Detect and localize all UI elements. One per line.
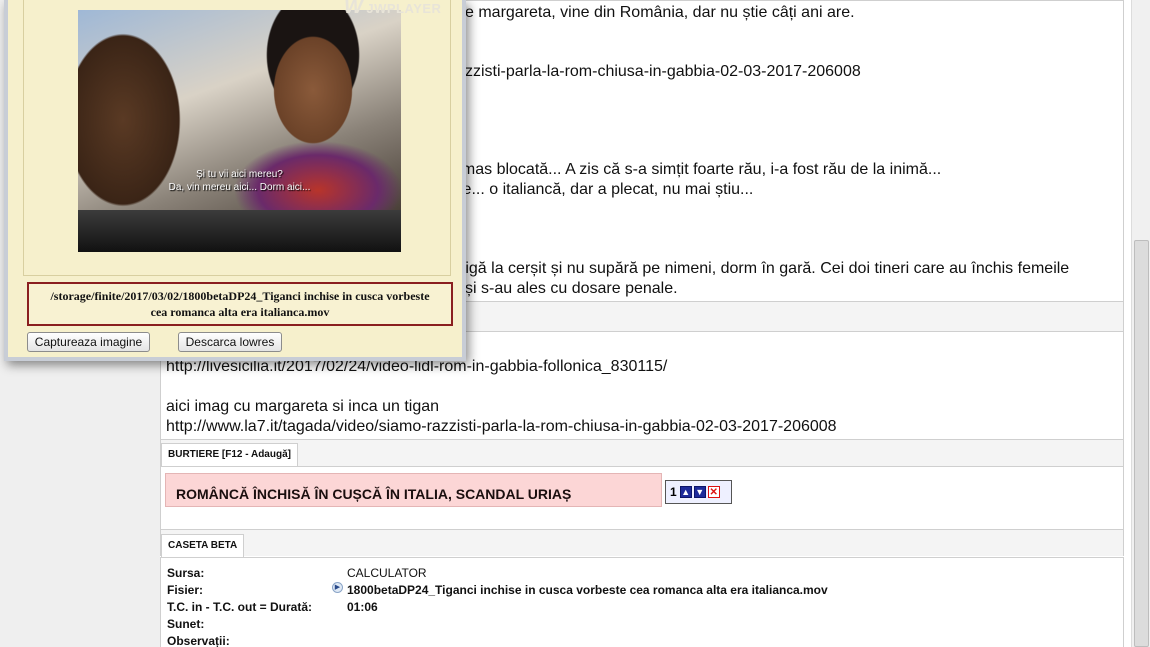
video-popup-window: Și tu vii aici mereu? Da, vin mereu aici… (4, 0, 466, 361)
caseta-panel: Sursa: CALCULATOR Fisier: 1800betaDP24_T… (160, 557, 1124, 647)
meta-label-sunet: Sunet: (167, 617, 205, 631)
scrollbar-thumb[interactable] (1134, 240, 1149, 647)
description-line-2: zzisti-parla-la-rom-chiusa-in-gabbia-02-… (465, 63, 861, 80)
video-bottom-bar (78, 210, 401, 252)
file-path-line-2: cea romanca alta era italianca.mov (150, 305, 330, 319)
play-file-icon[interactable]: ▶ (332, 582, 343, 593)
video-subtitle-1: Și tu vii aici mereu? (196, 169, 283, 180)
description-line-6: și s-au ales cu dosare penale. (465, 280, 678, 297)
tab-caseta-beta[interactable]: CASETA BETA (161, 534, 245, 557)
meta-value-sursa: CALCULATOR (347, 566, 427, 580)
capture-image-button[interactable]: Captureaza imagine (27, 332, 150, 352)
arrow-down-icon[interactable]: ▼ (693, 486, 706, 498)
vertical-scrollbar[interactable] (1131, 0, 1150, 647)
meta-label-fisier: Fisier: (167, 583, 204, 597)
close-icon[interactable]: ✕ (707, 486, 720, 498)
burtiere-strip (160, 440, 1124, 466)
video-container: Și tu vii aici mereu? Da, vin mereu aici… (23, 0, 451, 276)
meta-label-sursa: Sursa: (167, 566, 205, 580)
meta-value-durata: 01:06 (347, 600, 378, 614)
description-line-1: e margareta, vine din România, dar nu șt… (465, 4, 855, 21)
download-lowres-button[interactable]: Descarca lowres (178, 332, 282, 352)
meta-label-observatii: Observații: (167, 634, 230, 647)
meta-label-durata: T.C. in - T.C. out = Durată: (167, 600, 313, 614)
burtiera-order-number: 1 (670, 485, 677, 499)
tab-burtiere[interactable]: BURTIERE [F12 - Adaugă] (161, 443, 298, 466)
notes-link-2[interactable]: http://www.la7.it/tagada/video/siamo-raz… (166, 417, 837, 436)
description-line-4: le... o italiancă, dar a plecat, nu mai … (459, 181, 754, 198)
file-path-line-1: /storage/finite/2017/03/02/1800betaDP24_… (50, 289, 430, 303)
meta-value-fisier[interactable]: 1800betaDP24_Tiganci inchise in cusca vo… (347, 583, 828, 597)
description-line-5: ețigă la cerșit și nu supără pe nimeni, … (452, 260, 1070, 277)
burtiera-controls: 1 ▲ ▼ ✕ (665, 480, 732, 504)
video-player[interactable]: Și tu vii aici mereu? Da, vin mereu aici… (78, 10, 401, 252)
jwplayer-logo: W JWPLAYER (344, 0, 442, 18)
video-subtitle-2: Da, vin mereu aici... Dorm aici... (168, 182, 311, 193)
arrow-up-icon[interactable]: ▲ (679, 486, 692, 498)
file-path-box: /storage/finite/2017/03/02/1800betaDP24_… (27, 282, 453, 326)
caseta-strip (160, 530, 1124, 556)
notes-line: aici imag cu margareta si inca un tigan (166, 398, 440, 415)
jwplayer-logo-text: JWPLAYER (366, 1, 442, 16)
burtiera-item[interactable]: ROMÂNCĂ ÎNCHISĂ ÎN CUȘCĂ ÎN ITALIA, SCAN… (165, 473, 662, 507)
description-line-3: ămas blocată... A zis că s-a simțit foar… (453, 161, 942, 178)
